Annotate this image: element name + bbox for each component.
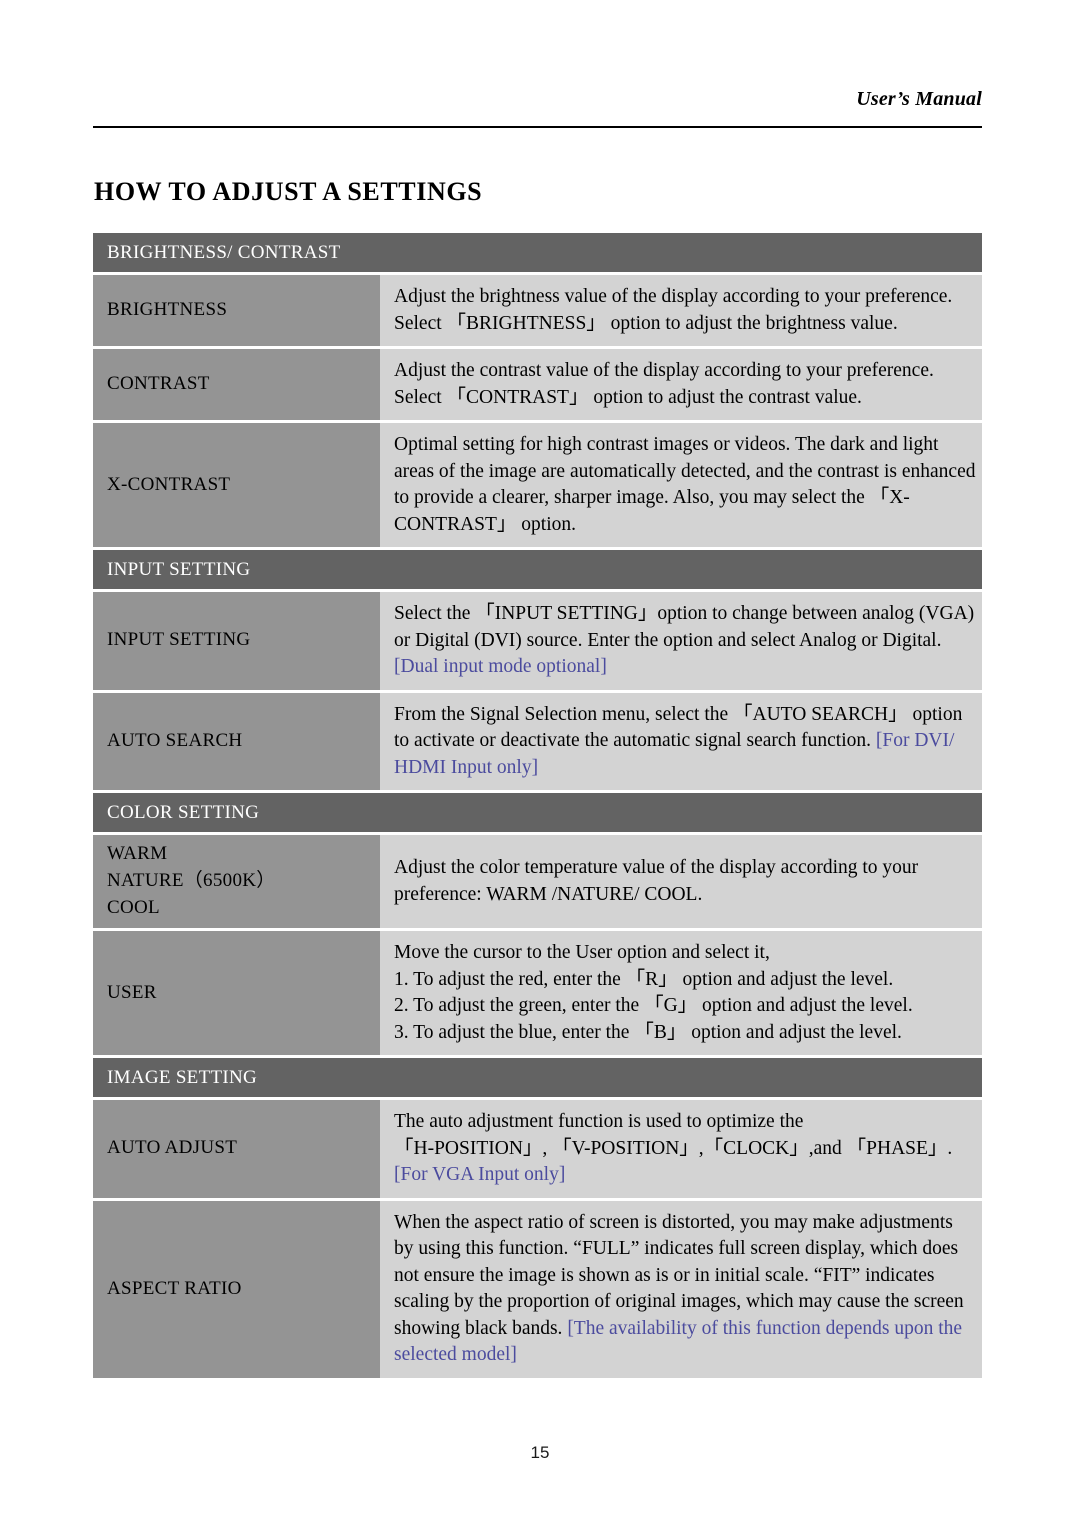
setting-label-x-contrast: X-CONTRAST (93, 423, 380, 548)
setting-description-aspect-ratio: When the aspect ratio of screen is disto… (380, 1200, 982, 1378)
setting-label-line: USER (107, 981, 157, 1003)
setting-label-user: USER (93, 931, 380, 1056)
manual-page: User’s Manual HOW TO ADJUST A SETTINGS B… (0, 0, 1080, 1527)
setting-label-line: AUTO ADJUST (107, 1137, 238, 1159)
description-paragraph: Select the 「INPUT SETTING」option to chan… (394, 603, 975, 678)
setting-description-auto-adjust: The auto adjustment function is used to … (380, 1100, 982, 1198)
description-paragraph: When the aspect ratio of screen is disto… (394, 1211, 964, 1366)
setting-description-contrast: Adjust the contrast value of the display… (380, 349, 982, 421)
description-paragraph: Move the cursor to the User option and s… (394, 942, 770, 964)
setting-label-brightness: BRIGHTNESS (93, 275, 380, 347)
description-note: [For DVI/ HDMI Input only] (394, 730, 955, 778)
setting-label-warm-nature-cool: WARM NATURE（6500K） COOL (93, 835, 380, 929)
description-note: [The availability of this function depen… (394, 1317, 963, 1366)
setting-label-line: INPUT SETTING (107, 629, 251, 651)
setting-label-line: X-CONTRAST (107, 473, 231, 495)
description-paragraph: From the Signal Selection menu, select t… (394, 703, 963, 778)
setting-label-line: BRIGHTNESS (107, 299, 228, 321)
description-paragraph: Adjust the brightness value of the displ… (394, 286, 953, 334)
description-paragraph: 「H-POSITION」, 「V-POSITION」,「CLOCK」,and 「… (394, 1137, 953, 1186)
setting-label-line: WARM (107, 843, 168, 865)
table-row: ASPECT RATIO When the aspect ratio of scr… (93, 1200, 982, 1378)
table-row: AUTO SEARCH From the Signal Selection men… (93, 692, 982, 791)
page-title: HOW TO ADJUST A SETTINGS (94, 177, 483, 207)
description-paragraph: The auto adjustment function is used to … (394, 1111, 804, 1133)
description-note: [Dual input mode optional] (394, 656, 607, 678)
description-paragraph: Optimal setting for high contrast images… (394, 434, 976, 535)
section-header-color-setting: COLOR SETTING (93, 793, 982, 833)
setting-label-contrast: CONTRAST (93, 349, 380, 421)
description-paragraph: 2. To adjust the green, enter the 「G」 op… (394, 995, 913, 1017)
setting-label-auto-search: AUTO SEARCH (93, 692, 380, 791)
section-header-input-setting: INPUT SETTING (93, 550, 982, 590)
table-row: INPUT SETTING Select the 「INPUT SETTING」o… (93, 592, 982, 690)
settings-table: BRIGHTNESS/ CONTRAST BRIGHTNESS Adjust the… (93, 233, 982, 1381)
setting-description-auto-search: From the Signal Selection menu, select t… (380, 692, 982, 791)
table-row: USER Move the cursor to the User option a… (93, 931, 982, 1056)
section-header-image-setting: IMAGE SETTING (93, 1058, 982, 1098)
setting-label-line: AUTO SEARCH (107, 729, 243, 751)
setting-description-x-contrast: Optimal setting for high contrast images… (380, 423, 982, 548)
page-number: 15 (530, 1443, 550, 1462)
running-header: User’s Manual (93, 88, 982, 111)
header-divider (93, 126, 982, 128)
setting-label-line: ASPECT RATIO (107, 1277, 242, 1299)
setting-description-user: Move the cursor to the User option and s… (380, 931, 982, 1056)
setting-label-input-setting-row: INPUT SETTING (93, 592, 380, 690)
table-row: X-CONTRAST Optimal setting for high contr… (93, 423, 982, 548)
setting-description-input-setting-row: Select the 「INPUT SETTING」option to chan… (380, 592, 982, 690)
setting-label-line: CONTRAST (107, 373, 210, 395)
setting-label-line: NATURE（6500K） (107, 870, 276, 892)
table-row: WARM NATURE（6500K） COOL Adjust the color te… (93, 835, 982, 929)
description-paragraph: 3. To adjust the blue, enter the 「B」 opt… (394, 1021, 902, 1043)
description-paragraph: Adjust the color temperature value of th… (394, 857, 919, 905)
table-row: CONTRAST Adjust the contrast value of the… (93, 349, 982, 421)
description-paragraph: Adjust the contrast value of the display… (394, 360, 934, 408)
setting-label-line: COOL (107, 897, 160, 919)
setting-description-warm-nature-cool: Adjust the color temperature value of th… (380, 835, 982, 929)
setting-description-brightness: Adjust the brightness value of the displ… (380, 275, 982, 347)
section-header-brightness-contrast: BRIGHTNESS/ CONTRAST (93, 233, 982, 272)
setting-label-auto-adjust: AUTO ADJUST (93, 1100, 380, 1198)
table-row: BRIGHTNESS Adjust the brightness value of… (93, 275, 982, 347)
description-paragraph: 1. To adjust the red, enter the 「R」 opti… (394, 968, 894, 990)
running-header-title: User’s Manual (856, 88, 982, 110)
table-row: AUTO ADJUST The auto adjustment function … (93, 1100, 982, 1198)
description-note: [For VGA Input only] (394, 1164, 566, 1186)
setting-label-aspect-ratio: ASPECT RATIO (93, 1200, 380, 1378)
